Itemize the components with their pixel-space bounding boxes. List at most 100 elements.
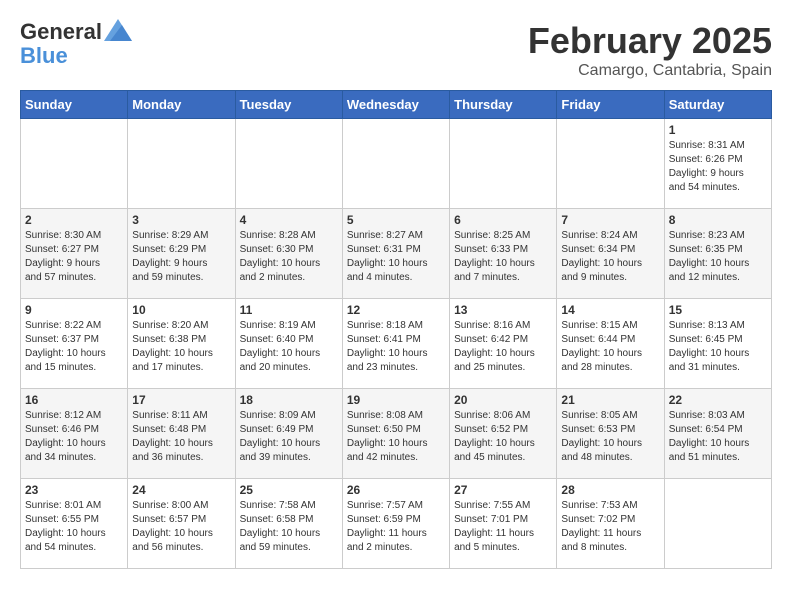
day-number: 7 — [561, 213, 659, 227]
day-number: 28 — [561, 483, 659, 497]
weekday-header-tuesday: Tuesday — [235, 91, 342, 119]
calendar-cell: 27 Sunrise: 7:55 AM Sunset: 7:01 PM Dayli… — [450, 479, 557, 569]
calendar-cell: 14 Sunrise: 8:15 AM Sunset: 6:44 PM Dayli… — [557, 299, 664, 389]
calendar-cell — [128, 119, 235, 209]
title-area: February 2025 Camargo, Cantabria, Spain — [528, 20, 772, 80]
calendar-cell: 28 Sunrise: 7:53 AM Sunset: 7:02 PM Dayli… — [557, 479, 664, 569]
day-info: Sunrise: 8:18 AM Sunset: 6:41 PM Dayligh… — [347, 319, 445, 375]
calendar-cell: 13Sunrise: 8:16 AM Sunset: 6:42 PM Dayli… — [450, 299, 557, 389]
month-title: February 2025 — [528, 20, 772, 62]
calendar-cell — [664, 479, 771, 569]
calendar-cell: 22 Sunrise: 8:03 AM Sunset: 6:54 PM Dayli… — [664, 389, 771, 479]
week-row-5: 23 Sunrise: 8:01 AM Sunset: 6:55 PM Dayli… — [21, 479, 772, 569]
calendar-cell: 3Sunrise: 8:29 AM Sunset: 6:29 PM Daylig… — [128, 209, 235, 299]
day-number: 26 — [347, 483, 445, 497]
calendar-cell: 8 Sunrise: 8:23 AM Sunset: 6:35 PM Daylig… — [664, 209, 771, 299]
weekday-header-sunday: Sunday — [21, 91, 128, 119]
day-number: 22 — [669, 393, 767, 407]
logo: General Blue — [20, 20, 132, 68]
day-number: 21 — [561, 393, 659, 407]
weekday-header-friday: Friday — [557, 91, 664, 119]
calendar-cell: 23 Sunrise: 8:01 AM Sunset: 6:55 PM Dayli… — [21, 479, 128, 569]
day-info: Sunrise: 8:20 AM Sunset: 6:38 PM Dayligh… — [132, 319, 230, 375]
day-info: Sunrise: 8:24 AM Sunset: 6:34 PM Dayligh… — [561, 229, 659, 285]
day-number: 2 — [25, 213, 123, 227]
calendar-cell: 24 Sunrise: 8:00 AM Sunset: 6:57 PM Dayli… — [128, 479, 235, 569]
day-number: 11 — [240, 303, 338, 317]
calendar-cell: 4 Sunrise: 8:28 AM Sunset: 6:30 PM Daylig… — [235, 209, 342, 299]
day-info: Sunrise: 8:19 AM Sunset: 6:40 PM Dayligh… — [240, 319, 338, 375]
logo-blue: Blue — [20, 44, 132, 68]
day-number: 24 — [132, 483, 230, 497]
calendar-cell: 9Sunrise: 8:22 AM Sunset: 6:37 PM Daylig… — [21, 299, 128, 389]
day-info: Sunrise: 7:53 AM Sunset: 7:02 PM Dayligh… — [561, 499, 659, 555]
calendar-cell — [450, 119, 557, 209]
location: Camargo, Cantabria, Spain — [528, 62, 772, 80]
day-number: 16 — [25, 393, 123, 407]
calendar-cell: 10 Sunrise: 8:20 AM Sunset: 6:38 PM Dayli… — [128, 299, 235, 389]
day-number: 10 — [132, 303, 230, 317]
day-info: Sunrise: 8:03 AM Sunset: 6:54 PM Dayligh… — [669, 409, 767, 465]
calendar-cell: 11 Sunrise: 8:19 AM Sunset: 6:40 PM Dayli… — [235, 299, 342, 389]
calendar-table: SundayMondayTuesdayWednesdayThursdayFrid… — [20, 90, 772, 569]
week-row-3: 9Sunrise: 8:22 AM Sunset: 6:37 PM Daylig… — [21, 299, 772, 389]
day-number: 18 — [240, 393, 338, 407]
day-info: Sunrise: 8:11 AM Sunset: 6:48 PM Dayligh… — [132, 409, 230, 465]
calendar-cell: 25Sunrise: 7:58 AM Sunset: 6:58 PM Dayli… — [235, 479, 342, 569]
header: General Blue February 2025 Camargo, Cant… — [20, 20, 772, 80]
day-info: Sunrise: 8:22 AM Sunset: 6:37 PM Dayligh… — [25, 319, 123, 375]
day-number: 1 — [669, 123, 767, 137]
day-info: Sunrise: 8:29 AM Sunset: 6:29 PM Dayligh… — [132, 229, 230, 285]
calendar-cell: 6 Sunrise: 8:25 AM Sunset: 6:33 PM Daylig… — [450, 209, 557, 299]
weekday-header-thursday: Thursday — [450, 91, 557, 119]
calendar-cell: 19 Sunrise: 8:08 AM Sunset: 6:50 PM Dayli… — [342, 389, 449, 479]
day-number: 14 — [561, 303, 659, 317]
day-number: 20 — [454, 393, 552, 407]
calendar-cell: 15Sunrise: 8:13 AM Sunset: 6:45 PM Dayli… — [664, 299, 771, 389]
day-info: Sunrise: 7:57 AM Sunset: 6:59 PM Dayligh… — [347, 499, 445, 555]
day-number: 12 — [347, 303, 445, 317]
day-number: 17 — [132, 393, 230, 407]
day-info: Sunrise: 8:08 AM Sunset: 6:50 PM Dayligh… — [347, 409, 445, 465]
calendar-cell: 21Sunrise: 8:05 AM Sunset: 6:53 PM Dayli… — [557, 389, 664, 479]
calendar-cell: 18 Sunrise: 8:09 AM Sunset: 6:49 PM Dayli… — [235, 389, 342, 479]
calendar-cell: 12 Sunrise: 8:18 AM Sunset: 6:41 PM Dayli… — [342, 299, 449, 389]
day-info: Sunrise: 8:15 AM Sunset: 6:44 PM Dayligh… — [561, 319, 659, 375]
day-number: 27 — [454, 483, 552, 497]
day-number: 8 — [669, 213, 767, 227]
calendar-cell: 17 Sunrise: 8:11 AM Sunset: 6:48 PM Dayli… — [128, 389, 235, 479]
day-number: 5 — [347, 213, 445, 227]
day-info: Sunrise: 8:12 AM Sunset: 6:46 PM Dayligh… — [25, 409, 123, 465]
day-info: Sunrise: 8:25 AM Sunset: 6:33 PM Dayligh… — [454, 229, 552, 285]
day-info: Sunrise: 8:16 AM Sunset: 6:42 PM Dayligh… — [454, 319, 552, 375]
calendar-cell: 2 Sunrise: 8:30 AM Sunset: 6:27 PM Daylig… — [21, 209, 128, 299]
day-number: 15 — [669, 303, 767, 317]
weekday-header-wednesday: Wednesday — [342, 91, 449, 119]
calendar-cell — [557, 119, 664, 209]
logo-text: General — [20, 20, 102, 44]
day-number: 19 — [347, 393, 445, 407]
day-number: 4 — [240, 213, 338, 227]
calendar-cell: 5Sunrise: 8:27 AM Sunset: 6:31 PM Daylig… — [342, 209, 449, 299]
calendar-cell — [342, 119, 449, 209]
weekday-header-row: SundayMondayTuesdayWednesdayThursdayFrid… — [21, 91, 772, 119]
day-info: Sunrise: 8:23 AM Sunset: 6:35 PM Dayligh… — [669, 229, 767, 285]
day-info: Sunrise: 8:00 AM Sunset: 6:57 PM Dayligh… — [132, 499, 230, 555]
day-info: Sunrise: 8:30 AM Sunset: 6:27 PM Dayligh… — [25, 229, 123, 285]
day-info: Sunrise: 8:01 AM Sunset: 6:55 PM Dayligh… — [25, 499, 123, 555]
day-number: 6 — [454, 213, 552, 227]
calendar-cell — [21, 119, 128, 209]
day-info: Sunrise: 8:06 AM Sunset: 6:52 PM Dayligh… — [454, 409, 552, 465]
day-info: Sunrise: 7:55 AM Sunset: 7:01 PM Dayligh… — [454, 499, 552, 555]
calendar-cell: 20 Sunrise: 8:06 AM Sunset: 6:52 PM Dayli… — [450, 389, 557, 479]
weekday-header-monday: Monday — [128, 91, 235, 119]
calendar-cell: 16 Sunrise: 8:12 AM Sunset: 6:46 PM Dayli… — [21, 389, 128, 479]
calendar-cell: 1Sunrise: 8:31 AM Sunset: 6:26 PM Daylig… — [664, 119, 771, 209]
week-row-4: 16 Sunrise: 8:12 AM Sunset: 6:46 PM Dayli… — [21, 389, 772, 479]
calendar-cell: 26 Sunrise: 7:57 AM Sunset: 6:59 PM Dayli… — [342, 479, 449, 569]
logo-icon — [104, 19, 132, 41]
calendar-cell — [235, 119, 342, 209]
day-info: Sunrise: 8:28 AM Sunset: 6:30 PM Dayligh… — [240, 229, 338, 285]
day-info: Sunrise: 8:09 AM Sunset: 6:49 PM Dayligh… — [240, 409, 338, 465]
day-number: 23 — [25, 483, 123, 497]
